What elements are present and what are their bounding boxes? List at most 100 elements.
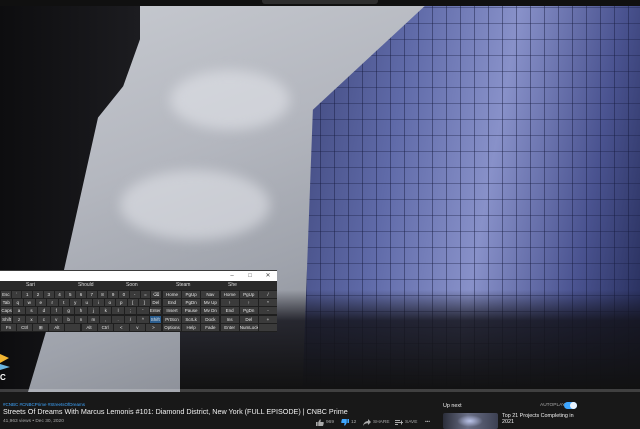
- osk-nav-key[interactable]: Mv Up: [201, 299, 220, 307]
- autoplay-toggle[interactable]: [564, 402, 577, 409]
- osk-key[interactable]: Shift: [149, 315, 161, 323]
- osk-nav-key[interactable]: Fade: [201, 323, 220, 331]
- maximize-icon[interactable]: □: [244, 272, 256, 280]
- osk-key[interactable]: b: [62, 315, 75, 323]
- osk-key[interactable]: ^: [137, 315, 149, 323]
- osk-key[interactable]: p: [116, 299, 127, 307]
- osk-key[interactable]: 0: [119, 291, 129, 298]
- osk-key[interactable]: Enter: [149, 307, 161, 315]
- osk-key[interactable]: -: [129, 291, 140, 298]
- osk-nav-key[interactable]: Dock: [201, 315, 220, 323]
- more-actions-button[interactable]: •••: [425, 418, 430, 426]
- video-player[interactable]: C – □ ✕ Sari Should Soon Steam She Esc ` 1…: [0, 0, 640, 392]
- osk-key[interactable]: [: [127, 299, 138, 307]
- osk-key[interactable]: =: [140, 291, 151, 298]
- osk-key[interactable]: ,: [100, 315, 112, 323]
- osk-key[interactable]: Esc: [1, 291, 11, 298]
- osk-nav-key[interactable]: Options: [163, 323, 181, 331]
- osk-key[interactable]: ⊞: [33, 323, 49, 331]
- minimize-icon[interactable]: –: [226, 272, 238, 280]
- osk-key[interactable]: r: [47, 299, 58, 307]
- osk-key[interactable]: /: [124, 315, 137, 323]
- osk-key[interactable]: ]: [139, 299, 150, 307]
- osk-nav-key[interactable]: +: [259, 315, 277, 323]
- osk-nav-key[interactable]: Home: [220, 291, 239, 298]
- osk-key[interactable]: `: [11, 291, 22, 298]
- osk-key[interactable]: 7: [86, 291, 97, 298]
- osk-key[interactable]: 1: [22, 291, 33, 298]
- osk-nav-key[interactable]: Nav: [201, 291, 220, 298]
- osk-nav-key[interactable]: PgDn: [182, 299, 201, 307]
- osk-nav-key[interactable]: PgUp: [239, 291, 258, 298]
- osk-nav-key[interactable]: Pause: [182, 307, 201, 315]
- osk-suggestion[interactable]: Soon: [126, 282, 138, 288]
- close-icon[interactable]: ✕: [262, 272, 274, 280]
- osk-key[interactable]: s: [25, 307, 38, 315]
- osk-suggestion[interactable]: She: [228, 282, 237, 288]
- osk-key[interactable]: n: [75, 315, 87, 323]
- osk-key[interactable]: [65, 323, 81, 331]
- osk-key[interactable]: q: [12, 299, 23, 307]
- osk-nav-key[interactable]: Home: [163, 291, 181, 298]
- osk-key[interactable]: Alt: [81, 323, 97, 331]
- osk-key[interactable]: e: [35, 299, 46, 307]
- osk-key[interactable]: ': [137, 307, 149, 315]
- osk-key[interactable]: 4: [54, 291, 65, 298]
- osk-key[interactable]: w: [24, 299, 35, 307]
- next-video-thumbnail[interactable]: [443, 413, 498, 429]
- video-progress-bar[interactable]: [0, 389, 640, 392]
- osk-key[interactable]: k: [100, 307, 112, 315]
- osk-key[interactable]: l: [112, 307, 124, 315]
- osk-nav-key[interactable]: PrtScn: [163, 315, 181, 323]
- dislike-button[interactable]: 12: [341, 418, 356, 426]
- osk-nav-key[interactable]: End: [163, 299, 181, 307]
- osk-nav-key[interactable]: PgUp: [182, 291, 201, 298]
- osk-nav-key[interactable]: [259, 323, 277, 331]
- osk-key[interactable]: h: [75, 307, 87, 315]
- osk-nav-key[interactable]: Help: [182, 323, 201, 331]
- osk-suggestion[interactable]: Should: [78, 282, 94, 288]
- osk-key[interactable]: Alt: [49, 323, 65, 331]
- osk-key[interactable]: 6: [76, 291, 86, 298]
- osk-key[interactable]: 9: [108, 291, 119, 298]
- osk-key[interactable]: z: [13, 315, 25, 323]
- osk-key[interactable]: d: [38, 307, 50, 315]
- osk-nav-key[interactable]: Ins: [220, 315, 239, 323]
- osk-nav-key[interactable]: NumLock: [239, 323, 258, 331]
- osk-suggestion[interactable]: Sari: [26, 282, 35, 288]
- osk-key[interactable]: 3: [43, 291, 54, 298]
- osk-key[interactable]: u: [81, 299, 92, 307]
- next-video-title[interactable]: Top 21 Projects Completing in 2021: [502, 413, 582, 426]
- osk-nav-key[interactable]: ScrLk: [182, 315, 201, 323]
- osk-key[interactable]: Fn: [1, 323, 17, 331]
- osk-nav-key[interactable]: Mv Dn: [201, 307, 220, 315]
- osk-nav-key[interactable]: ↑: [220, 299, 239, 307]
- osk-key[interactable]: f: [50, 307, 62, 315]
- osk-key[interactable]: Ctrl: [97, 323, 113, 331]
- save-button[interactable]: SAVE: [395, 418, 417, 426]
- osk-key[interactable]: x: [25, 315, 38, 323]
- osk-key[interactable]: Ctrl: [17, 323, 33, 331]
- osk-key[interactable]: j: [87, 307, 100, 315]
- osk-nav-key[interactable]: Insert: [163, 307, 181, 315]
- osk-key[interactable]: ;: [124, 307, 137, 315]
- osk-nav-key[interactable]: *: [259, 299, 277, 307]
- osk-key[interactable]: <: [113, 323, 129, 331]
- osk-key[interactable]: Caps: [1, 307, 13, 315]
- osk-nav-key[interactable]: End: [220, 307, 239, 315]
- osk-key[interactable]: g: [62, 307, 75, 315]
- osk-key[interactable]: a: [13, 307, 25, 315]
- osk-key[interactable]: >: [145, 323, 161, 331]
- osk-key[interactable]: 2: [33, 291, 43, 298]
- osk-key[interactable]: 8: [97, 291, 108, 298]
- osk-suggestion[interactable]: Steam: [176, 282, 190, 288]
- osk-nav-key[interactable]: -: [259, 307, 277, 315]
- osk-key[interactable]: y: [70, 299, 81, 307]
- osk-key[interactable]: m: [87, 315, 100, 323]
- osk-key[interactable]: 5: [65, 291, 76, 298]
- osk-nav-key[interactable]: PgDn: [239, 307, 258, 315]
- osk-key[interactable]: t: [58, 299, 69, 307]
- osk-key[interactable]: i: [93, 299, 104, 307]
- osk-nav-key[interactable]: Enter: [220, 323, 239, 331]
- osk-key[interactable]: c: [38, 315, 50, 323]
